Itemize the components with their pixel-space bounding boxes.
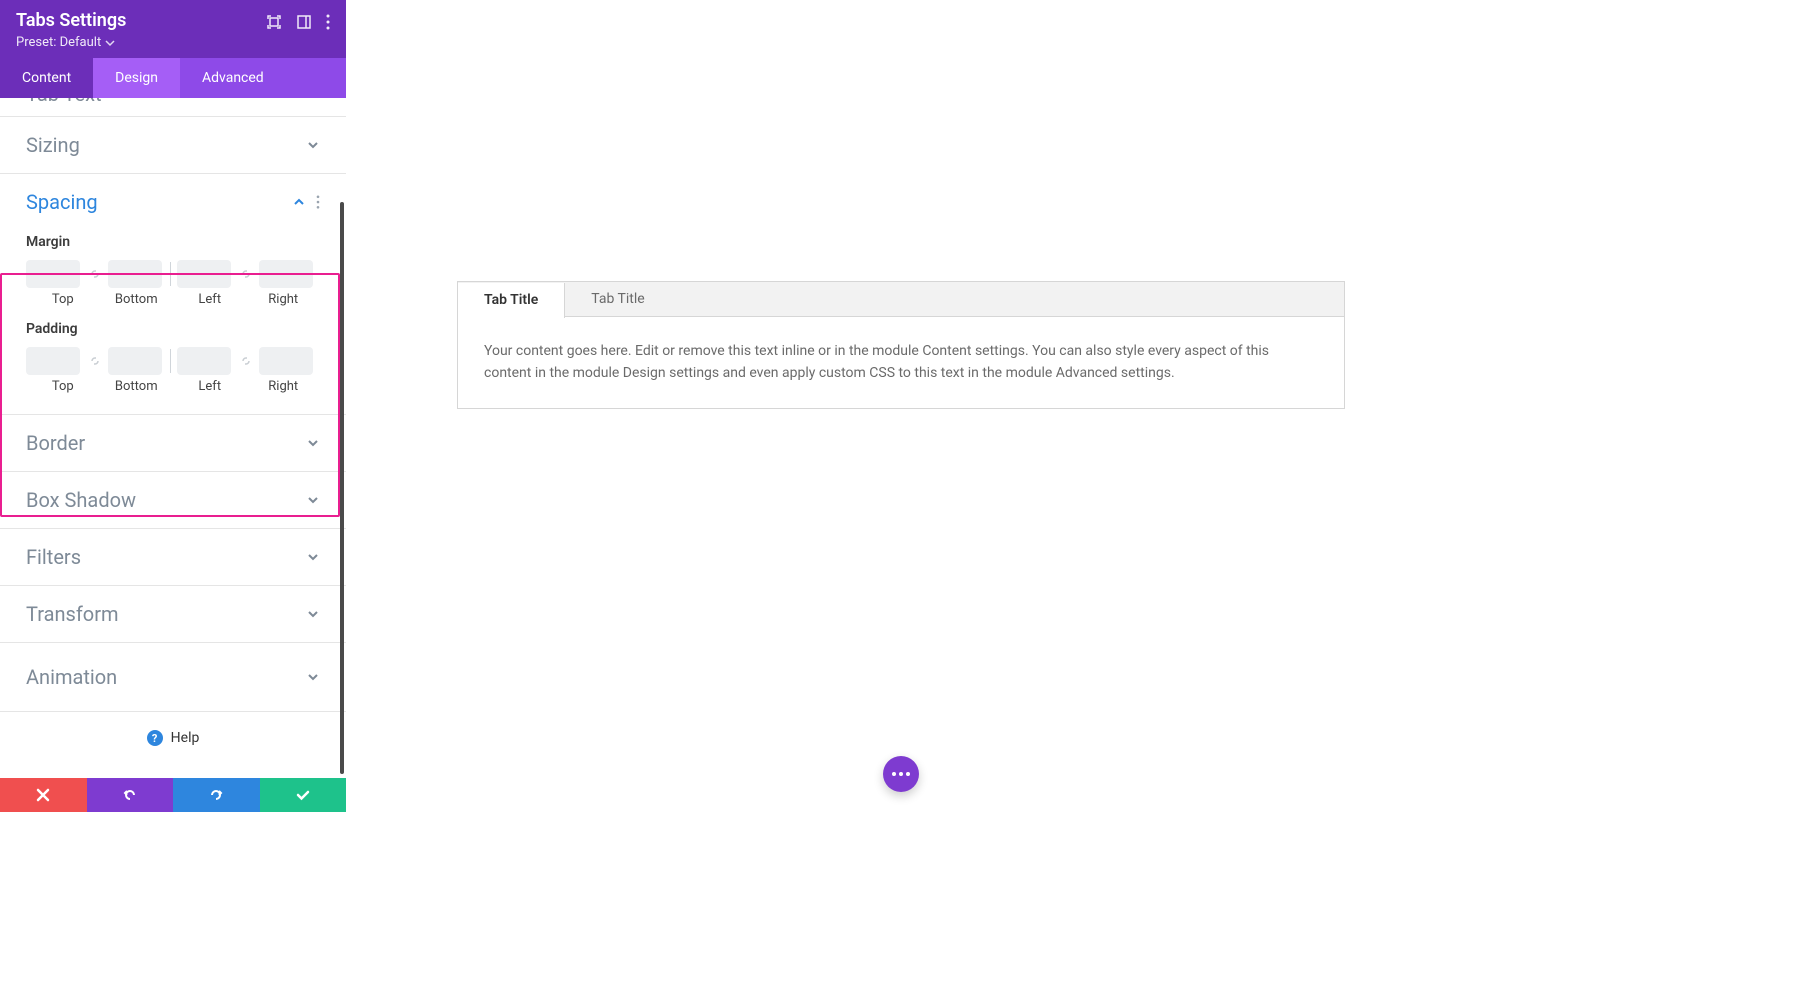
margin-label: Margin [26, 234, 320, 250]
side-bottom: Bottom [100, 379, 174, 394]
panel-title: Tabs Settings [16, 10, 126, 31]
scrollbar[interactable] [339, 98, 344, 778]
kebab-icon[interactable] [316, 195, 320, 209]
margin-right-input[interactable] [259, 260, 313, 288]
divider [170, 349, 171, 373]
chevron-down-icon [306, 550, 320, 564]
section-filters[interactable]: Filters [0, 529, 346, 585]
link-icon[interactable] [237, 352, 255, 370]
panel-footer [0, 778, 346, 812]
preset-label: Preset: Default [16, 35, 101, 50]
cancel-button[interactable] [0, 778, 87, 812]
tab-2[interactable]: Tab Title [565, 282, 670, 316]
side-top: Top [26, 379, 100, 394]
section-tab-text[interactable]: Tab Text [0, 98, 346, 116]
padding-top-input[interactable] [26, 347, 80, 375]
margin-left-input[interactable] [177, 260, 231, 288]
tab-advanced[interactable]: Advanced [180, 58, 286, 98]
tab-content[interactable]: Content [0, 58, 93, 98]
tab-content-body[interactable]: Your content goes here. Edit or remove t… [458, 317, 1344, 408]
close-icon [36, 788, 50, 802]
link-icon[interactable] [86, 265, 104, 283]
divider [170, 262, 171, 286]
fab-more[interactable] [883, 756, 919, 792]
chevron-down-icon [306, 607, 320, 621]
undo-button[interactable] [87, 778, 174, 812]
chevron-down-icon [306, 670, 320, 684]
preset-dropdown[interactable]: Preset: Default [16, 35, 126, 50]
check-icon [296, 788, 310, 802]
side-left: Left [173, 379, 247, 394]
tab-design[interactable]: Design [93, 58, 180, 98]
padding-right-input[interactable] [259, 347, 313, 375]
section-transform[interactable]: Transform [0, 586, 346, 642]
margin-bottom-input[interactable] [108, 260, 162, 288]
side-left: Left [173, 292, 247, 307]
kebab-icon[interactable] [326, 14, 330, 30]
redo-button[interactable] [173, 778, 260, 812]
padding-bottom-input[interactable] [108, 347, 162, 375]
tabs-module: Tab Title Tab Title Your content goes he… [457, 281, 1345, 409]
help-label: Help [171, 730, 200, 746]
side-right: Right [247, 292, 321, 307]
section-border[interactable]: Border [0, 415, 346, 471]
side-top: Top [26, 292, 100, 307]
undo-icon [123, 788, 137, 802]
margin-top-input[interactable] [26, 260, 80, 288]
panel-body: Tab Text Sizing Spacing [0, 98, 346, 778]
tab-1[interactable]: Tab Title [458, 283, 565, 318]
settings-panel: Tabs Settings Preset: Default Content De… [0, 0, 346, 812]
help-icon: ? [147, 730, 163, 746]
caret-down-icon [105, 38, 115, 48]
dock-icon[interactable] [296, 14, 312, 30]
section-spacing[interactable]: Spacing [0, 174, 346, 230]
expand-icon[interactable] [266, 14, 282, 30]
section-animation[interactable]: Animation [0, 643, 346, 711]
link-icon[interactable] [86, 352, 104, 370]
link-icon[interactable] [237, 265, 255, 283]
chevron-up-icon [292, 195, 306, 209]
ellipsis-icon [892, 772, 910, 776]
chevron-down-icon [306, 436, 320, 450]
chevron-down-icon [306, 98, 320, 101]
save-button[interactable] [260, 778, 347, 812]
panel-tabs: Content Design Advanced [0, 58, 346, 98]
redo-icon [209, 788, 223, 802]
padding-left-input[interactable] [177, 347, 231, 375]
section-box-shadow[interactable]: Box Shadow [0, 472, 346, 528]
section-sizing[interactable]: Sizing [0, 117, 346, 173]
help-link[interactable]: ? Help [0, 712, 346, 764]
padding-label: Padding [26, 321, 320, 337]
side-bottom: Bottom [100, 292, 174, 307]
tab-strip: Tab Title Tab Title [458, 282, 1344, 317]
spacing-content: Margin [0, 234, 346, 414]
side-right: Right [247, 379, 321, 394]
chevron-down-icon [306, 493, 320, 507]
chevron-down-icon [306, 138, 320, 152]
panel-header: Tabs Settings Preset: Default [0, 0, 346, 58]
